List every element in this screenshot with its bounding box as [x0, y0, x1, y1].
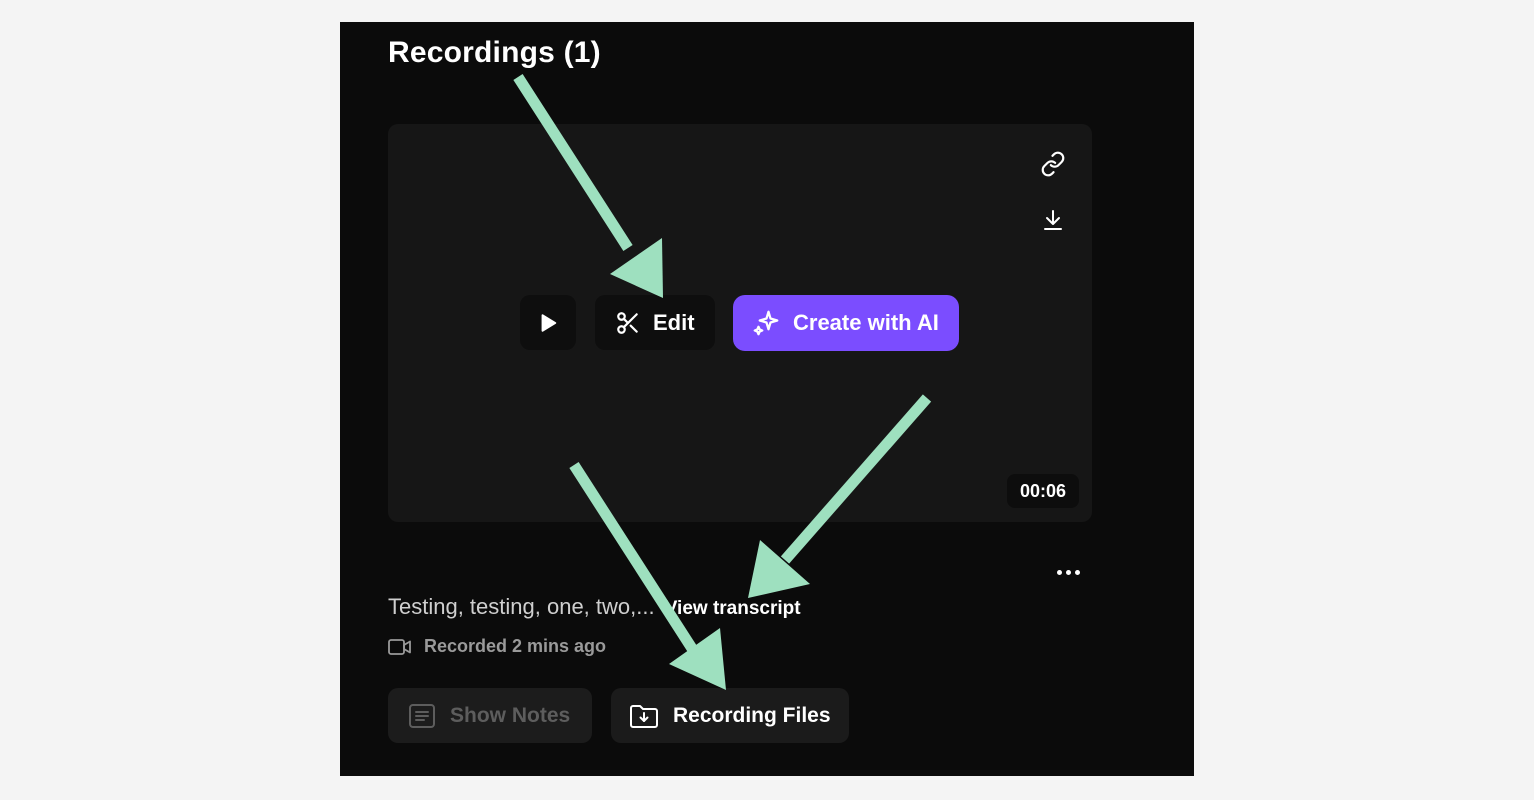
show-notes-button[interactable]: Show Notes — [388, 688, 592, 743]
recording-files-label: Recording Files — [673, 703, 831, 727]
page-title: Recordings (1) — [388, 36, 601, 69]
transcript-preview: Testing, testing, one, two,... — [388, 594, 655, 619]
recorded-time: Recorded 2 mins ago — [424, 636, 607, 656]
more-dot — [1065, 569, 1071, 575]
recording-files-button[interactable]: Recording Files — [611, 688, 849, 743]
more-dot — [1074, 569, 1080, 575]
play-icon — [541, 313, 557, 332]
view-transcript-link[interactable]: View transcript — [665, 598, 801, 619]
copy-link-button[interactable] — [1035, 146, 1071, 182]
duration-badge: 00:06 — [1007, 474, 1079, 508]
sparkle-icon — [753, 310, 779, 336]
play-button[interactable] — [520, 295, 576, 350]
notes-icon — [409, 703, 435, 728]
edit-button[interactable]: Edit — [595, 295, 715, 350]
download-icon — [1044, 210, 1062, 230]
transcript-preview-row: Testing, testing, one, two,... View tran… — [388, 594, 801, 620]
create-with-ai-button[interactable]: Create with AI — [733, 295, 959, 351]
edit-label: Edit — [653, 309, 695, 335]
link-icon — [1041, 151, 1065, 177]
more-horizontal-icon — [1056, 569, 1062, 575]
scissors-icon — [617, 311, 638, 334]
folder-download-icon — [630, 704, 658, 728]
recorded-meta: Recorded 2 mins ago — [388, 636, 606, 657]
show-notes-label: Show Notes — [450, 703, 571, 727]
create-with-ai-label: Create with AI — [793, 310, 939, 335]
video-camera-icon — [388, 638, 411, 655]
more-options-button[interactable] — [1050, 558, 1086, 586]
download-button[interactable] — [1035, 202, 1071, 238]
